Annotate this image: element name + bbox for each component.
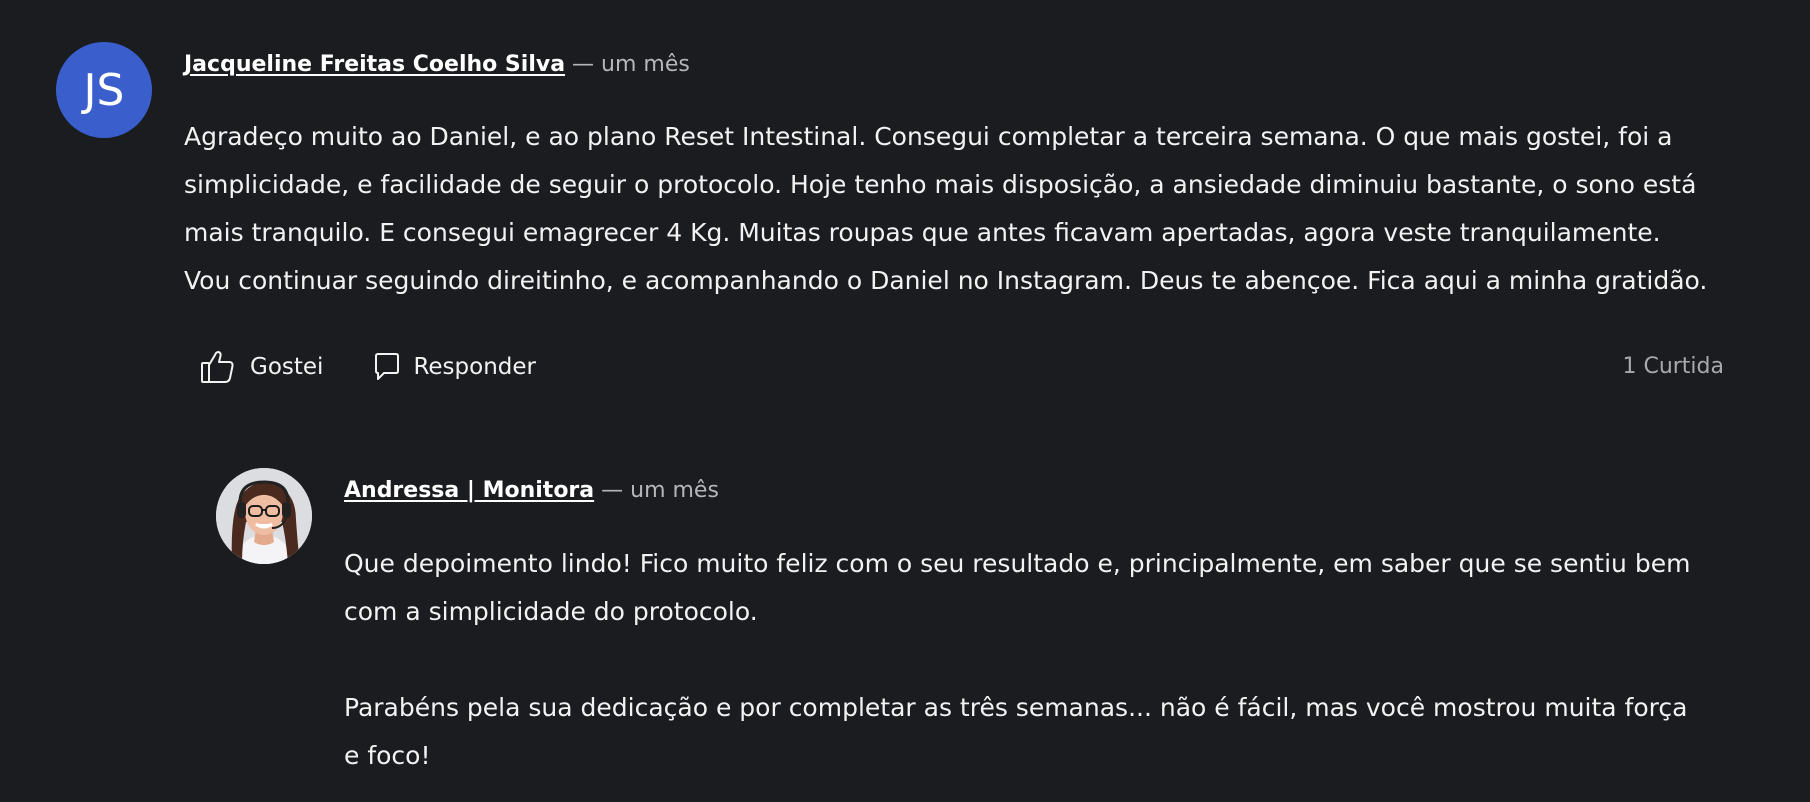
comment-body: Agradeço muito ao Daniel, e ao plano Res… — [184, 113, 1714, 305]
comment-actions: Gostei Responder — [200, 348, 536, 386]
comment-header: Jacqueline Freitas Coelho Silva — um mês — [184, 51, 690, 79]
speech-bubble-icon — [373, 352, 401, 382]
avatar — [216, 468, 312, 564]
comment-text: Agradeço muito ao Daniel, e ao plano Res… — [184, 122, 1708, 295]
reply-paragraph: Que depoimento lindo! Fico muito feliz c… — [344, 549, 1691, 626]
like-label: Gostei — [250, 354, 324, 380]
reply-timestamp: — um mês — [601, 478, 719, 503]
likes-count: 1 Curtida — [1622, 354, 1724, 379]
reply-paragraph: Parabéns pela sua dedicação e por comple… — [344, 693, 1688, 770]
comment-timestamp: — um mês — [572, 52, 690, 77]
reply-label: Responder — [413, 354, 536, 380]
like-button[interactable]: Gostei — [200, 350, 323, 384]
avatar-initials: JS — [83, 64, 125, 116]
avatar: JS — [56, 42, 152, 138]
monitor-avatar-image — [216, 468, 312, 564]
reply-button[interactable]: Responder — [373, 352, 536, 382]
reply-body: Que depoimento lindo! Fico muito feliz c… — [344, 540, 1694, 780]
comment-author-link[interactable]: Jacqueline Freitas Coelho Silva — [184, 52, 565, 77]
thumbs-up-icon — [200, 350, 236, 384]
reply-header: Andressa | Monitora — um mês — [344, 477, 719, 505]
reply-author-link[interactable]: Andressa | Monitora — [344, 478, 594, 503]
